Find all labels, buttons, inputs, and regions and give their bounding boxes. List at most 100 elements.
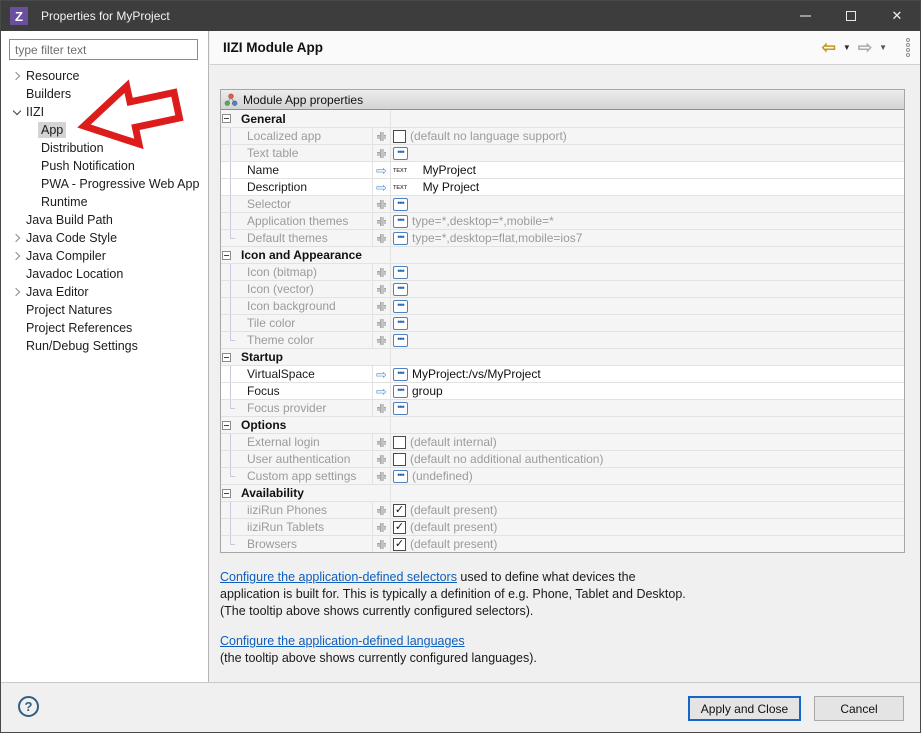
- value-checkbox[interactable]: [393, 130, 406, 143]
- property-row-theme-color[interactable]: Theme color•••: [221, 331, 904, 348]
- add-value-plus-icon[interactable]: [377, 200, 386, 209]
- help-button[interactable]: ?: [18, 696, 39, 717]
- add-value-plus-icon[interactable]: [377, 268, 386, 277]
- ellipsis-button[interactable]: •••: [393, 215, 408, 228]
- ellipsis-button[interactable]: •••: [393, 198, 408, 211]
- sidebar-item-java-editor[interactable]: Java Editor: [1, 283, 208, 301]
- property-row-user-authentication[interactable]: User authentication(default no additiona…: [221, 450, 904, 467]
- chevron-right-icon[interactable]: [12, 72, 20, 80]
- section-row-icon-and-appearance[interactable]: Icon and Appearance: [221, 246, 904, 263]
- value-checkbox[interactable]: [393, 453, 406, 466]
- add-value-plus-icon[interactable]: [377, 404, 386, 413]
- sidebar-item-java-code-style[interactable]: Java Code Style: [1, 229, 208, 247]
- value-checkbox[interactable]: [393, 436, 406, 449]
- sidebar-item-iizi[interactable]: IIZI: [1, 103, 208, 121]
- ellipsis-button[interactable]: •••: [393, 283, 408, 296]
- ellipsis-button[interactable]: •••: [393, 402, 408, 415]
- property-row-focus-provider[interactable]: Focus provider•••: [221, 399, 904, 416]
- set-value-arrow-icon[interactable]: ⇨: [376, 164, 387, 177]
- filter-input[interactable]: [9, 39, 198, 60]
- chevron-right-icon[interactable]: [12, 234, 20, 242]
- value-checkbox[interactable]: ✓: [393, 521, 406, 534]
- minimize-button[interactable]: [782, 1, 828, 31]
- property-row-text-table[interactable]: Text table•••: [221, 144, 904, 161]
- sidebar-item-java-build-path[interactable]: Java Build Path: [1, 211, 208, 229]
- sidebar-item-run-debug-settings[interactable]: Run/Debug Settings: [1, 337, 208, 355]
- sidebar-item-runtime[interactable]: Runtime: [1, 193, 208, 211]
- collapse-minus-icon[interactable]: [222, 489, 231, 498]
- chevron-right-icon[interactable]: [12, 252, 20, 260]
- sidebar-item-project-references[interactable]: Project References: [1, 319, 208, 337]
- add-value-plus-icon[interactable]: [377, 438, 386, 447]
- set-value-arrow-icon[interactable]: ⇨: [376, 368, 387, 381]
- add-value-plus-icon[interactable]: [377, 472, 386, 481]
- back-arrow-icon[interactable]: ⇦: [822, 39, 836, 56]
- maximize-button[interactable]: [828, 1, 874, 31]
- sidebar-item-distribution[interactable]: Distribution: [1, 139, 208, 157]
- close-button[interactable]: ✕: [874, 1, 920, 31]
- add-value-plus-icon[interactable]: [377, 132, 386, 141]
- property-row-icon-vector[interactable]: Icon (vector)•••: [221, 280, 904, 297]
- property-row-browsers[interactable]: Browsers✓(default present): [221, 535, 904, 552]
- ellipsis-button[interactable]: •••: [393, 470, 408, 483]
- property-row-focus[interactable]: Focus⇨•••group: [221, 382, 904, 399]
- property-value[interactable]: MyProject:/vs/MyProject: [412, 367, 541, 381]
- section-row-options[interactable]: Options: [221, 416, 904, 433]
- configure-link[interactable]: Configure the application-defined select…: [220, 570, 457, 584]
- add-value-plus-icon[interactable]: [377, 506, 386, 515]
- add-value-plus-icon[interactable]: [377, 336, 386, 345]
- section-row-availability[interactable]: Availability: [221, 484, 904, 501]
- chevron-right-icon[interactable]: [12, 288, 20, 296]
- property-row-iizirun-phones[interactable]: iiziRun Phones✓(default present): [221, 501, 904, 518]
- property-row-description[interactable]: Description⇨TEXTMy Project: [221, 178, 904, 195]
- sidebar-item-project-natures[interactable]: Project Natures: [1, 301, 208, 319]
- value-checkbox[interactable]: ✓: [393, 538, 406, 551]
- property-row-localized-app[interactable]: Localized app(default no language suppor…: [221, 127, 904, 144]
- property-value[interactable]: group: [412, 384, 443, 398]
- sidebar-item-builders[interactable]: Builders: [1, 85, 208, 103]
- property-row-custom-app-settings[interactable]: Custom app settings•••(undefined): [221, 467, 904, 484]
- collapse-minus-icon[interactable]: [222, 114, 231, 123]
- property-row-default-themes[interactable]: Default themes•••type=*,desktop=flat,mob…: [221, 229, 904, 246]
- property-row-selector[interactable]: Selector•••: [221, 195, 904, 212]
- add-value-plus-icon[interactable]: [377, 455, 386, 464]
- ellipsis-button[interactable]: •••: [393, 266, 408, 279]
- add-value-plus-icon[interactable]: [377, 234, 386, 243]
- configure-link[interactable]: Configure the application-defined langua…: [220, 634, 465, 648]
- set-value-arrow-icon[interactable]: ⇨: [376, 181, 387, 194]
- property-value[interactable]: My Project: [423, 180, 480, 194]
- ellipsis-button[interactable]: •••: [393, 385, 408, 398]
- property-row-name[interactable]: Name⇨TEXTMyProject: [221, 161, 904, 178]
- ellipsis-button[interactable]: •••: [393, 334, 408, 347]
- ellipsis-button[interactable]: •••: [393, 368, 408, 381]
- property-row-iizirun-tablets[interactable]: iiziRun Tablets✓(default present): [221, 518, 904, 535]
- collapse-minus-icon[interactable]: [222, 421, 231, 430]
- add-value-plus-icon[interactable]: [377, 523, 386, 532]
- add-value-plus-icon[interactable]: [377, 217, 386, 226]
- property-row-icon-background[interactable]: Icon background•••: [221, 297, 904, 314]
- ellipsis-button[interactable]: •••: [393, 232, 408, 245]
- add-value-plus-icon[interactable]: [377, 319, 386, 328]
- value-checkbox[interactable]: ✓: [393, 504, 406, 517]
- set-value-arrow-icon[interactable]: ⇨: [376, 385, 387, 398]
- property-row-icon-bitmap[interactable]: Icon (bitmap)•••: [221, 263, 904, 280]
- section-row-general[interactable]: General: [221, 110, 904, 127]
- sidebar-item-javadoc-location[interactable]: Javadoc Location: [1, 265, 208, 283]
- section-row-startup[interactable]: Startup: [221, 348, 904, 365]
- view-menu-icon[interactable]: [906, 38, 910, 57]
- add-value-plus-icon[interactable]: [377, 540, 386, 549]
- forward-dropdown-icon[interactable]: ▼: [879, 44, 887, 52]
- collapse-minus-icon[interactable]: [222, 251, 231, 260]
- sidebar-item-java-compiler[interactable]: Java Compiler: [1, 247, 208, 265]
- property-row-application-themes[interactable]: Application themes•••type=*,desktop=*,mo…: [221, 212, 904, 229]
- property-row-tile-color[interactable]: Tile color•••: [221, 314, 904, 331]
- add-value-plus-icon[interactable]: [377, 302, 386, 311]
- back-dropdown-icon[interactable]: ▼: [843, 44, 851, 52]
- property-row-virtualspace[interactable]: VirtualSpace⇨•••MyProject:/vs/MyProject: [221, 365, 904, 382]
- add-value-plus-icon[interactable]: [377, 149, 386, 158]
- cancel-button[interactable]: Cancel: [814, 696, 904, 721]
- forward-arrow-icon[interactable]: ⇨: [858, 39, 872, 56]
- sidebar-item-pwa-progressive-web-app[interactable]: PWA - Progressive Web App: [1, 175, 208, 193]
- sidebar-item-app[interactable]: App: [1, 121, 208, 139]
- collapse-minus-icon[interactable]: [222, 353, 231, 362]
